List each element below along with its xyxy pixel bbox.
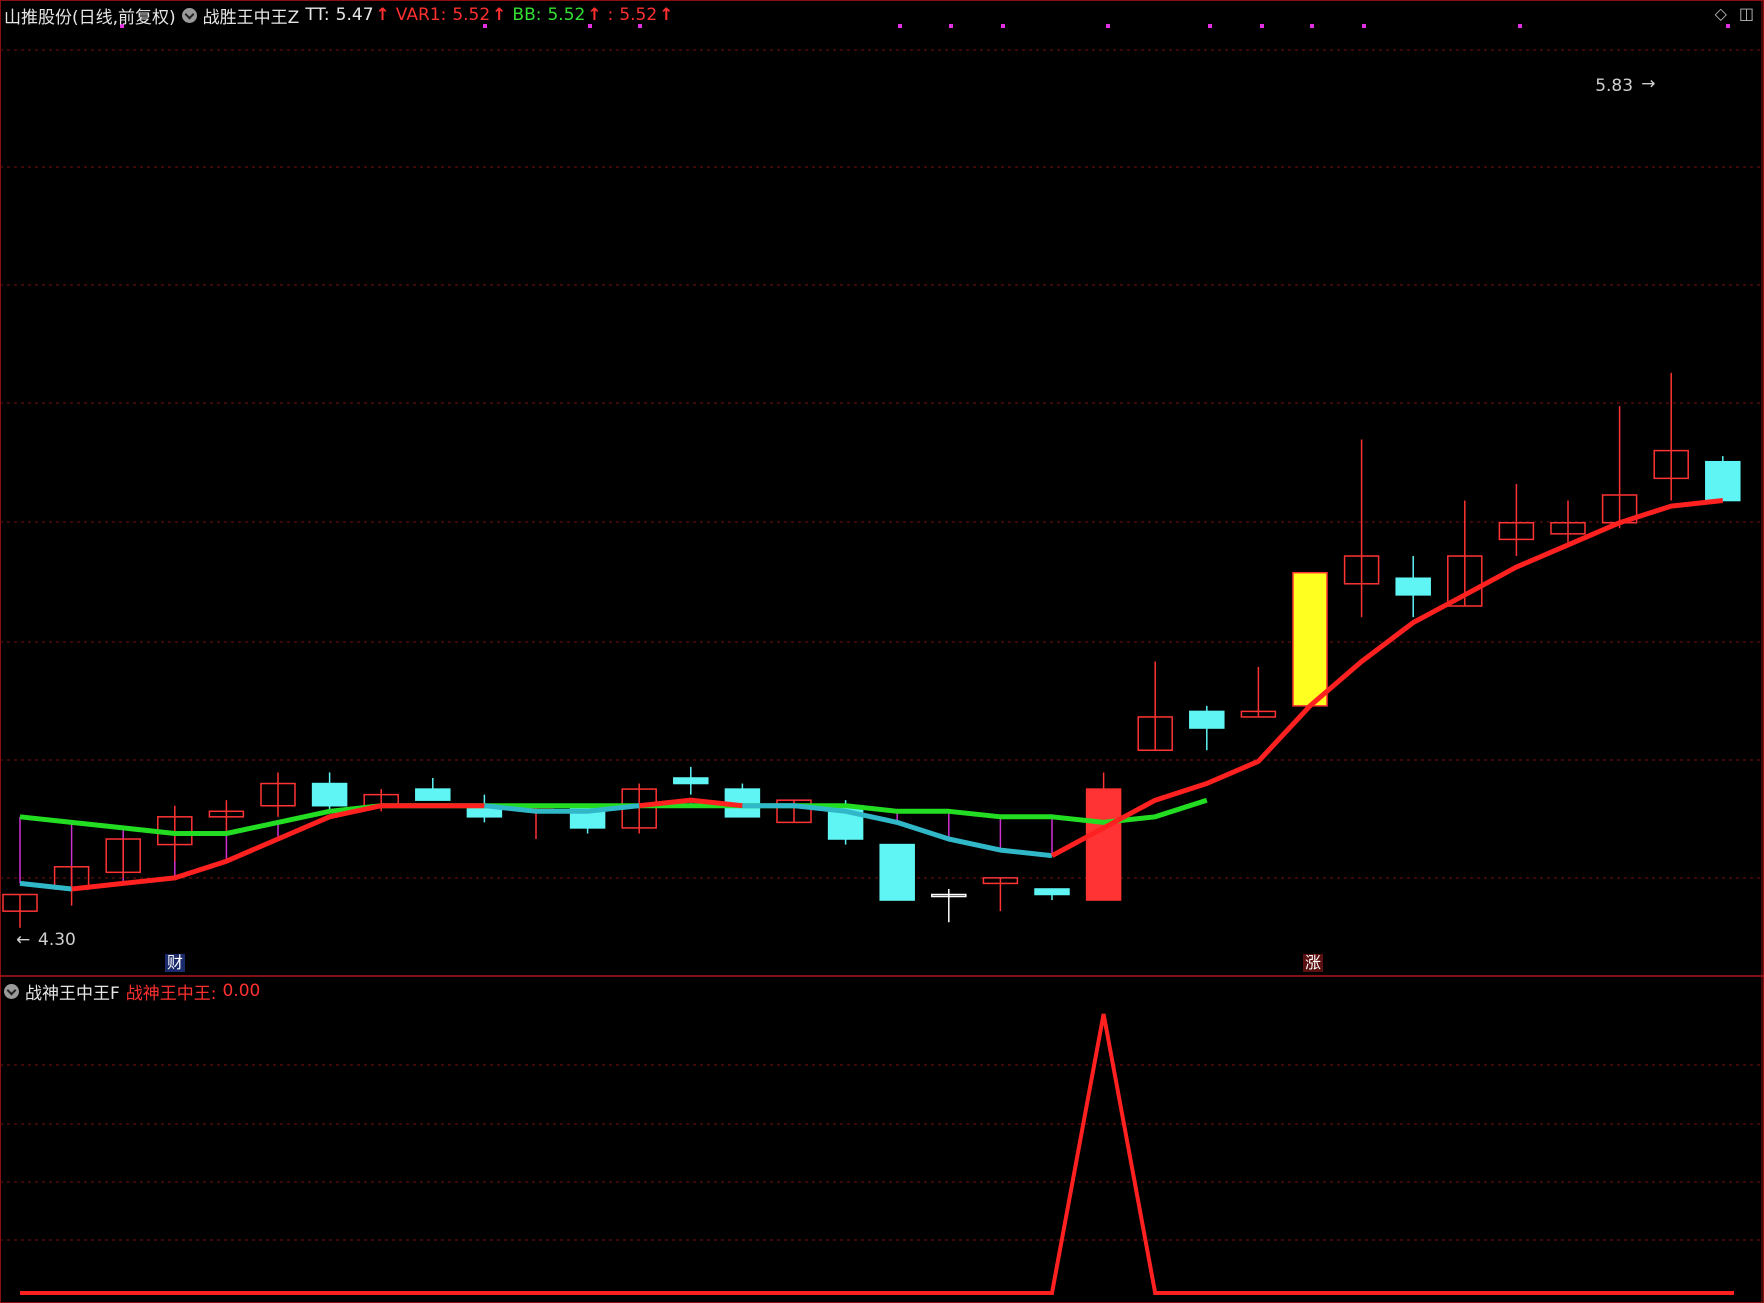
sub-indicator-dropdown-icon[interactable]	[4, 983, 19, 999]
top-right-controls: ◇ ◫	[1715, 4, 1754, 23]
candle-body	[879, 843, 915, 901]
signal-dot	[1106, 24, 1110, 28]
candle-body	[311, 782, 348, 807]
signal-dot	[1260, 24, 1264, 28]
low-marker-arrow: ←	[16, 930, 30, 950]
var1-label: VAR1:	[395, 5, 447, 25]
kline-chart[interactable]: 4.30 5.83 ← →	[0, 0, 1764, 1303]
tt-label: TT:	[305, 5, 330, 25]
sub-value-label: 战神王中王:	[125, 983, 217, 1004]
candle-body	[1395, 577, 1431, 596]
signal-dot	[1726, 24, 1730, 28]
sub-chart-header: 战神王中王F 战神王中王: 0.00	[4, 978, 260, 1004]
main-chart-header: 山推股份(日线,前复权) 战胜王中王Z TT: 5.47 ↑ VAR1: 5.5…	[4, 2, 673, 28]
extra-label: :	[607, 5, 614, 25]
limit-up-tag[interactable]: 涨	[1303, 954, 1324, 972]
finance-tag[interactable]: 财	[165, 954, 186, 972]
signal-dot	[1362, 24, 1366, 28]
extra-up-arrow-icon: ↑	[659, 5, 674, 25]
bb-value: 5.52	[547, 5, 586, 25]
grid-layer	[0, 0, 1764, 1303]
var1-up-arrow-icon: ↑	[492, 5, 507, 25]
high-price-marker: 5.83	[1595, 76, 1633, 96]
candle-body	[1085, 788, 1122, 901]
candle-body	[415, 788, 451, 801]
var1-value: 5.52	[452, 5, 491, 25]
signal-dot	[949, 24, 953, 28]
high-marker-arrow: →	[1641, 74, 1655, 94]
low-price-marker: 4.30	[38, 930, 76, 950]
red-trend-line	[71, 803, 485, 892]
lower-panel-line	[20, 1013, 1734, 1295]
candle-body	[1189, 710, 1225, 729]
candle-body	[1034, 888, 1070, 896]
red-trend-line	[1050, 498, 1724, 858]
green-trend-line	[19, 797, 1208, 836]
sub-indicator-name[interactable]: 战神王中王F	[25, 979, 120, 1004]
signal-dot	[1001, 24, 1005, 28]
indicator-name[interactable]: 战胜王中王Z	[203, 3, 300, 28]
tt-value: 5.47	[335, 5, 374, 25]
indicator-dropdown-icon[interactable]	[181, 7, 197, 23]
cyan-trend-line	[19, 880, 72, 892]
window-toggle-icon[interactable]: ◫	[1739, 4, 1754, 23]
stock-title[interactable]: 山推股份(日线,前复权)	[4, 3, 176, 28]
tt-up-arrow-icon: ↑	[375, 5, 390, 25]
outer-frame	[0, 0, 1764, 1303]
signal-line	[20, 1013, 1734, 1295]
sub-value: 0.00	[222, 981, 261, 1001]
bb-up-arrow-icon: ↑	[587, 5, 602, 25]
diamond-icon[interactable]: ◇	[1715, 4, 1727, 23]
signal-dot	[1518, 24, 1522, 28]
extra-value: 5.52	[619, 5, 658, 25]
candle-body	[673, 777, 709, 785]
signal-dot	[898, 24, 902, 28]
indicator-lines	[19, 498, 1724, 892]
candle-body	[1292, 571, 1328, 707]
bb-label: BB:	[512, 5, 542, 25]
signal-dot	[1310, 24, 1314, 28]
candle-body	[1705, 460, 1741, 502]
signal-dot	[1208, 24, 1212, 28]
